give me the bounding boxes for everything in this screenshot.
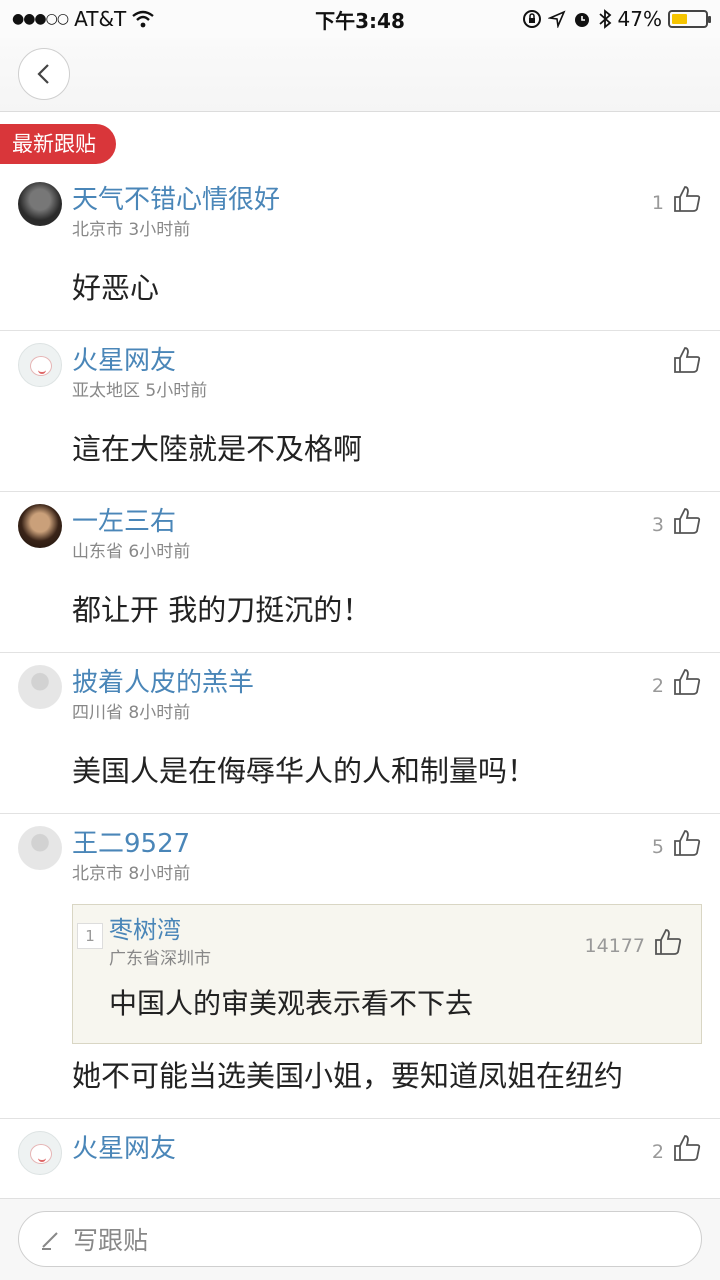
thumbs-up-icon: [674, 669, 701, 695]
comment-item[interactable]: 披着人皮的羔羊 四川省 8小时前 2 美国人是在侮辱华人的人和制量吗！: [0, 653, 720, 814]
section-label: 最新跟贴: [0, 124, 116, 164]
avatar[interactable]: [18, 665, 62, 709]
username[interactable]: 火星网友: [72, 1131, 702, 1167]
comment-text: 好恶心: [72, 271, 160, 305]
thumbs-up-icon: [674, 347, 701, 373]
like-count: 2: [651, 1141, 664, 1163]
avatar[interactable]: [18, 826, 62, 870]
wifi-icon: [132, 10, 155, 28]
comment-item[interactable]: 王二9527 北京市 8小时前 5 1 枣树湾 广东省深圳市 14177 中国人…: [0, 814, 720, 1119]
carrier-label: AT&T: [74, 7, 127, 31]
thumbs-up-icon: [674, 186, 701, 212]
comment-item[interactable]: 天气不错心情很好 北京市 3小时前 1 好恶心: [0, 170, 720, 331]
thumbs-up-icon: [674, 830, 701, 856]
avatar[interactable]: [18, 343, 62, 387]
comment-list: 天气不错心情很好 北京市 3小时前 1 好恶心 火星网友 亚太地区 5小时前 這…: [0, 170, 720, 1189]
reply-placeholder: 写跟贴: [73, 1226, 149, 1255]
username[interactable]: 火星网友: [72, 343, 702, 379]
location-time: 亚太地区 5小时前: [72, 381, 208, 401]
avatar[interactable]: [18, 182, 62, 226]
comment-text: 美国人是在侮辱华人的人和制量吗！: [72, 754, 537, 788]
like-button[interactable]: 1: [652, 184, 702, 214]
comment-item[interactable]: 火星网友 2: [0, 1119, 720, 1189]
alarm-icon: [574, 13, 589, 27]
battery-icon: [668, 10, 711, 28]
battery-percent: 47%: [617, 7, 662, 31]
nav-header: [0, 38, 720, 112]
location-time: 北京市 3小时前: [72, 220, 191, 240]
quote-text: 中国人的审美观表示看不下去: [109, 987, 474, 1020]
thumbs-up-icon: [674, 1135, 701, 1161]
like-button[interactable]: [664, 345, 702, 375]
quote-like-button[interactable]: 14177: [585, 927, 683, 957]
screen: ●●●○○ AT&T 下午3:48 47% 最新跟贴 天气不错心情很好 北京市 …: [0, 0, 720, 1280]
back-button[interactable]: [18, 48, 70, 100]
like-button[interactable]: 3: [652, 506, 702, 536]
bluetooth-icon: [598, 9, 611, 29]
thumbs-up-icon: [655, 929, 682, 955]
pencil-icon: [42, 1232, 58, 1250]
location-time: 四川省 8小时前: [72, 703, 191, 723]
quoted-comment[interactable]: 1 枣树湾 广东省深圳市 14177 中国人的审美观表示看不下去: [72, 904, 702, 1044]
like-button[interactable]: 5: [652, 828, 702, 858]
status-bar: ●●●○○ AT&T 下午3:48 47%: [0, 0, 720, 38]
signal-strength-icon: ●●●○○: [12, 11, 69, 27]
username[interactable]: 天气不错心情很好: [72, 182, 702, 218]
like-count: 2: [651, 675, 664, 697]
battery-level: [672, 14, 688, 24]
thumbs-up-icon: [674, 508, 701, 534]
location-arrow-icon: [547, 10, 566, 28]
location-time: 山东省 6小时前: [72, 542, 191, 562]
username[interactable]: 一左三右: [72, 504, 702, 540]
like-count: 3: [651, 514, 664, 536]
username[interactable]: 王二9527: [72, 826, 702, 862]
rotation-lock-icon: [522, 10, 541, 28]
avatar[interactable]: [18, 1131, 62, 1175]
like-count: 5: [651, 836, 664, 858]
like-count: 1: [651, 192, 664, 214]
comment-item[interactable]: 一左三右 山东省 6小时前 3 都让开 我的刀挺沉的！: [0, 492, 720, 653]
username[interactable]: 披着人皮的羔羊: [72, 665, 702, 701]
avatar[interactable]: [18, 504, 62, 548]
chevron-left-icon: [37, 64, 49, 84]
like-button[interactable]: 2: [652, 1133, 702, 1163]
comment-item[interactable]: 火星网友 亚太地区 5小时前 這在大陸就是不及格啊: [0, 331, 720, 492]
quote-floor-number: 1: [77, 923, 103, 949]
reply-bar: 写跟贴: [0, 1198, 720, 1280]
comment-text: 都让开 我的刀挺沉的！: [72, 593, 372, 627]
like-button[interactable]: 2: [652, 667, 702, 697]
reply-input[interactable]: 写跟贴: [18, 1211, 702, 1267]
comment-text: 她不可能当选美国小姐，要知道凤姐在纽约: [72, 1059, 624, 1093]
location-time: 北京市 8小时前: [72, 864, 191, 884]
quote-like-count: 14177: [584, 935, 645, 957]
comment-text: 這在大陸就是不及格啊: [72, 432, 363, 466]
